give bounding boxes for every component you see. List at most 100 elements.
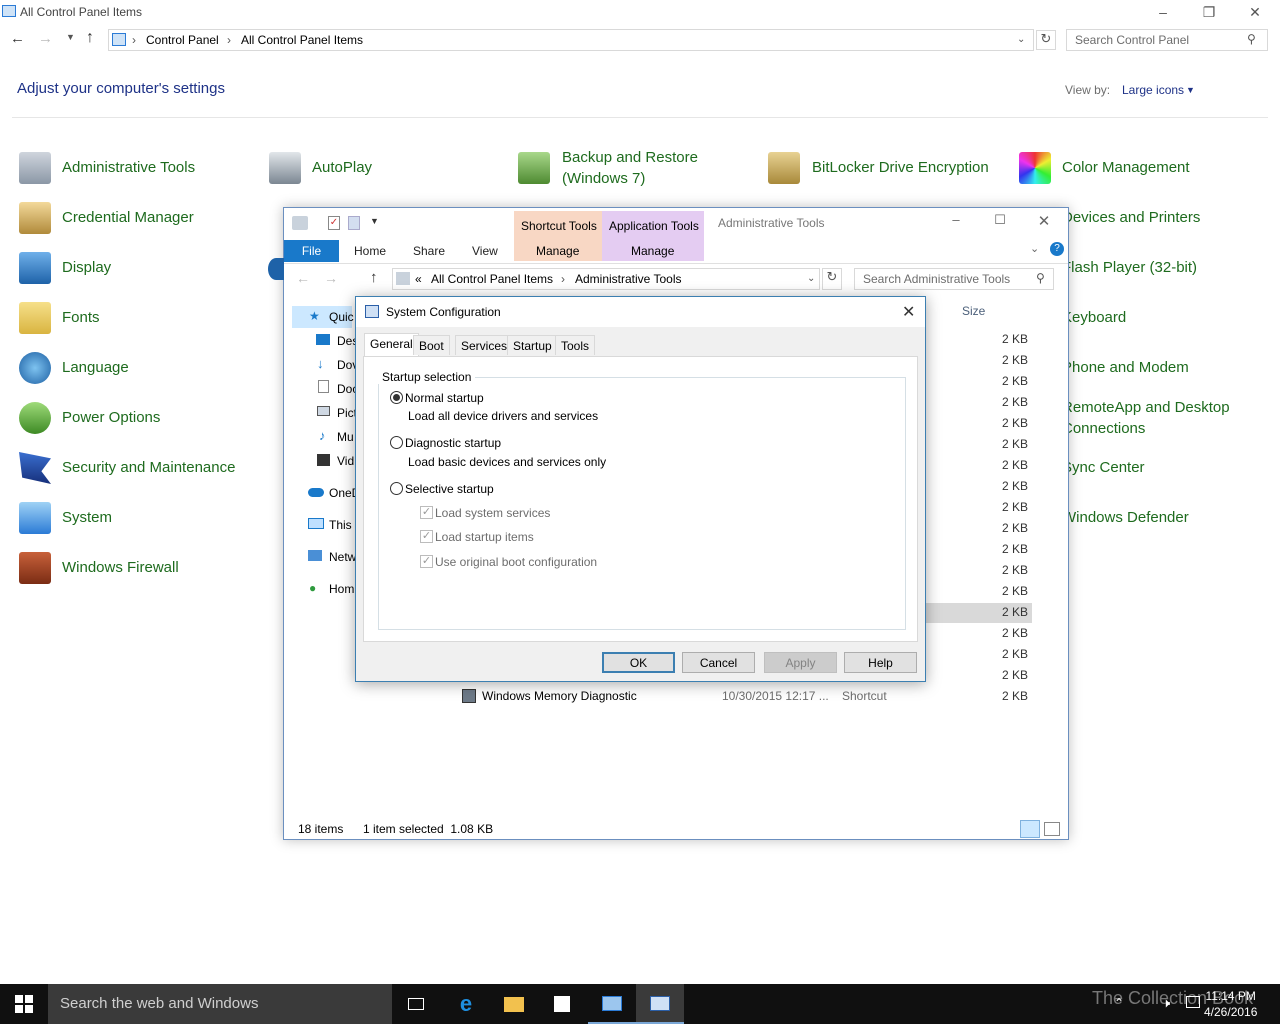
forward-arrow-icon[interactable]: →	[38, 30, 53, 47]
recent-chevron-icon[interactable]: ▼	[66, 32, 75, 42]
tab-view[interactable]: View	[472, 244, 498, 258]
close-button[interactable]: ✕	[1024, 212, 1064, 234]
clock[interactable]: 11:14 PM 4/26/2016	[1204, 988, 1257, 1020]
cp-item-credential-manager[interactable]: Credential Manager	[62, 209, 194, 226]
checkbox-load-system-services[interactable]: ✓	[420, 506, 433, 519]
tab-services[interactable]: Services	[455, 335, 514, 355]
table-row[interactable]: Windows Memory Diagnostic 10/30/2015 12:…	[460, 686, 1040, 706]
nav-this-pc[interactable]: This	[329, 518, 352, 532]
cp-item-remoteapp[interactable]: RemoteApp and Desktop	[1062, 399, 1230, 416]
breadcrumb-control-panel[interactable]: Control Panel	[146, 33, 219, 47]
cp-item-devices-printers[interactable]: Devices and Printers	[1062, 209, 1200, 226]
chevron-down-icon[interactable]: ⌄	[807, 273, 815, 284]
tab-boot[interactable]: Boot	[413, 335, 450, 355]
dropdown-arrow-icon[interactable]: ▼	[1186, 85, 1195, 95]
radio-selective-startup[interactable]	[390, 482, 403, 495]
nav-videos[interactable]: Vid	[337, 454, 354, 468]
cp-item-color-management[interactable]: Color Management	[1062, 159, 1190, 176]
cp-item-flash-player[interactable]: Flash Player (32-bit)	[1062, 259, 1197, 276]
msconfig-taskbar-button[interactable]	[636, 984, 684, 1024]
cp-item-system[interactable]: System	[62, 509, 112, 526]
tab-share[interactable]: Share	[413, 244, 445, 258]
checkbox-load-startup-items[interactable]: ✓	[420, 530, 433, 543]
tab-tools[interactable]: Tools	[555, 335, 596, 355]
nav-network[interactable]: Netw	[329, 550, 356, 564]
file-explorer-button[interactable]	[490, 984, 538, 1024]
breadcrumb-overflow[interactable]: «	[415, 272, 422, 286]
normal-startup-label[interactable]: Normal startup	[405, 391, 484, 405]
control-panel-taskbar-button[interactable]	[588, 984, 636, 1024]
properties-icon[interactable]: ✓	[328, 216, 340, 230]
cp-item-remoteapp-line2[interactable]: Connections	[1062, 420, 1145, 437]
refresh-icon[interactable]: ↻	[822, 268, 842, 290]
minimize-button[interactable]: –	[936, 212, 976, 234]
tab-home[interactable]: Home	[354, 244, 386, 258]
expand-ribbon-icon[interactable]: ⌄	[1030, 242, 1039, 255]
nav-quick-access[interactable]: Quic	[329, 310, 354, 324]
cp-item-sync-center[interactable]: Sync Center	[1062, 459, 1145, 476]
search-input[interactable]: Search Control Panel	[1066, 29, 1268, 51]
new-folder-icon[interactable]	[348, 216, 360, 230]
tab-manage-shortcut[interactable]: Manage	[536, 244, 579, 258]
action-center-icon[interactable]	[1186, 996, 1200, 1008]
explorer-address-bar[interactable]: « All Control Panel Items › Administrati…	[392, 268, 820, 290]
tab-manage-application[interactable]: Manage	[631, 244, 674, 258]
search-icon[interactable]: ⚲	[1036, 271, 1045, 285]
nav-homegroup[interactable]: Hom	[329, 582, 354, 596]
refresh-icon[interactable]: ↻	[1036, 30, 1056, 50]
explorer-search-input[interactable]: Search Administrative Tools	[854, 268, 1054, 290]
address-bar[interactable]: › Control Panel › All Control Panel Item…	[108, 29, 1034, 51]
selective-startup-label[interactable]: Selective startup	[405, 482, 494, 496]
maximize-button[interactable]: ☐	[980, 212, 1020, 234]
cp-item-display[interactable]: Display	[62, 259, 111, 276]
nav-pictures[interactable]: Pict	[337, 406, 357, 420]
cp-item-phone-modem[interactable]: Phone and Modem	[1062, 359, 1189, 376]
cp-item-keyboard[interactable]: Keyboard	[1062, 309, 1126, 326]
edge-icon[interactable]: e	[442, 984, 490, 1024]
customize-qat-icon[interactable]: ▼	[370, 216, 379, 226]
tab-general[interactable]: General	[364, 333, 419, 356]
details-view-icon[interactable]	[1020, 820, 1040, 838]
radio-normal-startup[interactable]	[390, 391, 403, 404]
close-button[interactable]: ✕	[1232, 0, 1278, 24]
view-by-dropdown[interactable]: Large icons	[1122, 83, 1184, 97]
cp-item-bitlocker[interactable]: BitLocker Drive Encryption	[812, 159, 989, 176]
cp-item-backup-restore-line2[interactable]: (Windows 7)	[562, 170, 645, 187]
cp-item-windows-defender[interactable]: Windows Defender	[1062, 509, 1189, 526]
start-button[interactable]	[0, 984, 48, 1024]
breadcrumb-all-items[interactable]: All Control Panel Items	[241, 33, 363, 47]
up-arrow-icon[interactable]: ↑	[86, 29, 94, 47]
minimize-button[interactable]: –	[1140, 0, 1186, 24]
chevron-down-icon[interactable]: ⌄	[1017, 34, 1025, 45]
help-button[interactable]: Help	[844, 652, 917, 673]
cp-item-power-options[interactable]: Power Options	[62, 409, 160, 426]
tab-startup[interactable]: Startup	[507, 335, 558, 355]
cp-item-fonts[interactable]: Fonts	[62, 309, 100, 326]
breadcrumb-all-items[interactable]: All Control Panel Items	[431, 272, 553, 286]
forward-arrow-icon[interactable]: →	[324, 270, 338, 286]
help-icon[interactable]: ?	[1050, 242, 1064, 256]
cp-item-language[interactable]: Language	[62, 359, 129, 376]
large-icons-view-icon[interactable]	[1044, 822, 1060, 836]
tab-file[interactable]: File	[284, 240, 339, 262]
up-arrow-icon[interactable]: ↑	[370, 269, 378, 286]
ok-button[interactable]: OK	[602, 652, 675, 673]
close-icon[interactable]: ✕	[902, 302, 915, 322]
cp-item-backup-restore[interactable]: Backup and Restore	[562, 149, 698, 166]
nav-music[interactable]: Mu	[337, 430, 354, 444]
store-button[interactable]	[538, 984, 586, 1024]
search-icon[interactable]: ⚲	[1247, 32, 1256, 46]
cp-item-windows-firewall[interactable]: Windows Firewall	[62, 559, 179, 576]
chevron-up-icon[interactable]: ⌃	[1114, 996, 1124, 1010]
volume-icon[interactable]: 🕨	[1162, 995, 1170, 1011]
back-arrow-icon[interactable]: ←	[10, 30, 25, 47]
cp-item-autoplay[interactable]: AutoPlay	[312, 159, 372, 176]
cancel-button[interactable]: Cancel	[682, 652, 755, 673]
back-arrow-icon[interactable]: ←	[296, 270, 310, 286]
diagnostic-startup-label[interactable]: Diagnostic startup	[405, 436, 501, 450]
radio-diagnostic-startup[interactable]	[390, 436, 403, 449]
maximize-button[interactable]: ❐	[1186, 0, 1232, 24]
cp-item-administrative-tools[interactable]: Administrative Tools	[62, 159, 195, 176]
taskbar-search-input[interactable]: Search the web and Windows	[48, 984, 392, 1024]
cp-item-security-maintenance[interactable]: Security and Maintenance	[62, 459, 235, 476]
